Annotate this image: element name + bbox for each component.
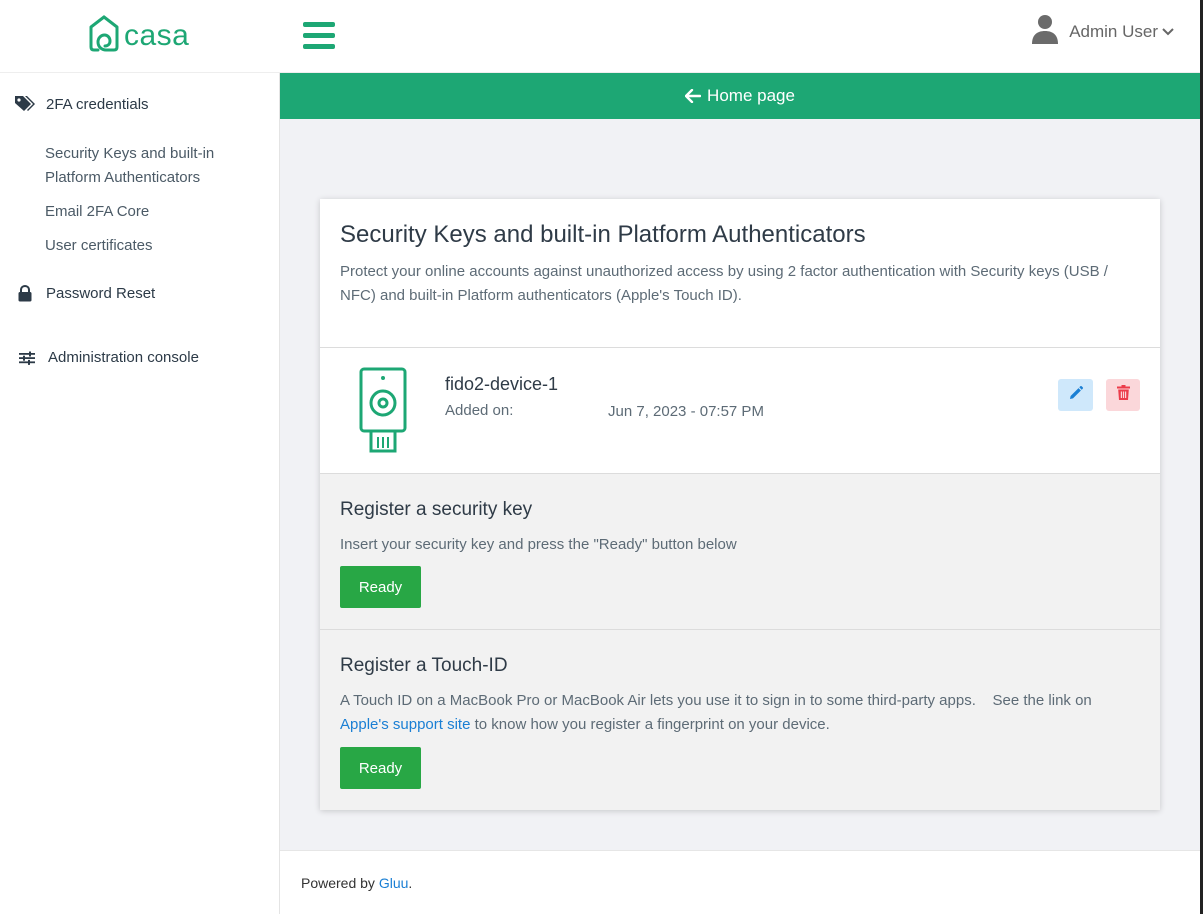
- casa-logo-icon: [88, 14, 120, 57]
- sidebar-item-email-2fa[interactable]: Email 2FA Core: [45, 200, 149, 224]
- menu-toggle-icon[interactable]: [303, 22, 335, 52]
- device-name: fido2-device-1: [445, 374, 559, 394]
- sidebar-item-admin-console[interactable]: Administration console: [16, 349, 199, 366]
- sidebar-item-label: Administration console: [48, 349, 199, 366]
- tags-icon: [14, 95, 36, 113]
- brand-name: casa: [124, 18, 190, 52]
- register-key-title: Register a security key: [340, 499, 533, 520]
- footer-text: Powered by Gluu.: [301, 875, 413, 891]
- register-security-key-section: Register a security key Insert your secu…: [320, 474, 1160, 630]
- added-on-label: Added on:: [445, 402, 514, 419]
- device-row: fido2-device-1 Added on: Jun 7, 2023 - 0…: [320, 348, 1160, 474]
- register-touch-id-title: Register a Touch-ID: [340, 655, 508, 676]
- home-page-link[interactable]: Home page: [280, 73, 1200, 119]
- apple-support-link[interactable]: Apple's support site: [340, 716, 470, 733]
- home-page-label: Home page: [707, 86, 795, 105]
- page-description: Protect your online accounts against una…: [340, 263, 1108, 304]
- sidebar: 2FA credentials Security Keys and built-…: [0, 73, 280, 914]
- sidebar-item-user-certificates[interactable]: User certificates: [45, 234, 153, 258]
- user-menu[interactable]: Admin User: [1031, 14, 1174, 49]
- chevron-down-icon: [1162, 22, 1174, 42]
- top-navbar: casa Admin User: [0, 0, 1200, 73]
- page-title: Security Keys and built-in Platform Auth…: [340, 221, 866, 248]
- security-keys-card: Security Keys and built-in Platform Auth…: [320, 199, 1160, 810]
- added-on-value: Jun 7, 2023 - 07:57 PM: [608, 403, 764, 420]
- sidebar-item-security-keys[interactable]: Security Keys and built-in Platform Auth…: [45, 142, 214, 190]
- register-touch-id-section: Register a Touch-ID A Touch ID on a MacB…: [320, 630, 1160, 810]
- ready-touch-id-button[interactable]: Ready: [340, 747, 421, 789]
- trash-icon: [1116, 385, 1130, 405]
- security-key-icon: [358, 367, 408, 460]
- main-content: Home page Security Keys and built-in Pla…: [280, 73, 1200, 850]
- sliders-icon: [16, 351, 38, 365]
- lock-icon: [14, 285, 36, 302]
- sidebar-item-label: 2FA credentials: [46, 95, 149, 113]
- card-header: Security Keys and built-in Platform Auth…: [320, 199, 1160, 348]
- pencil-icon: [1069, 385, 1083, 405]
- register-touch-id-text: A Touch ID on a MacBook Pro or MacBook A…: [340, 692, 1096, 733]
- sidebar-item-label: Password Reset: [46, 285, 156, 302]
- arrow-left-icon: [685, 89, 702, 103]
- ready-security-key-button[interactable]: Ready: [340, 566, 421, 608]
- user-avatar-icon: [1031, 14, 1059, 49]
- edit-device-button[interactable]: [1058, 379, 1093, 411]
- footer: Powered by Gluu.: [280, 850, 1200, 914]
- delete-device-button[interactable]: [1106, 379, 1140, 411]
- sidebar-item-2fa-credentials[interactable]: 2FA credentials: [14, 95, 149, 113]
- user-name: Admin User: [1069, 21, 1158, 41]
- sidebar-item-password-reset[interactable]: Password Reset: [14, 285, 155, 302]
- gluu-link[interactable]: Gluu: [379, 875, 409, 891]
- register-key-text: Insert your security key and press the "…: [340, 536, 737, 553]
- brand-logo[interactable]: casa: [88, 14, 189, 57]
